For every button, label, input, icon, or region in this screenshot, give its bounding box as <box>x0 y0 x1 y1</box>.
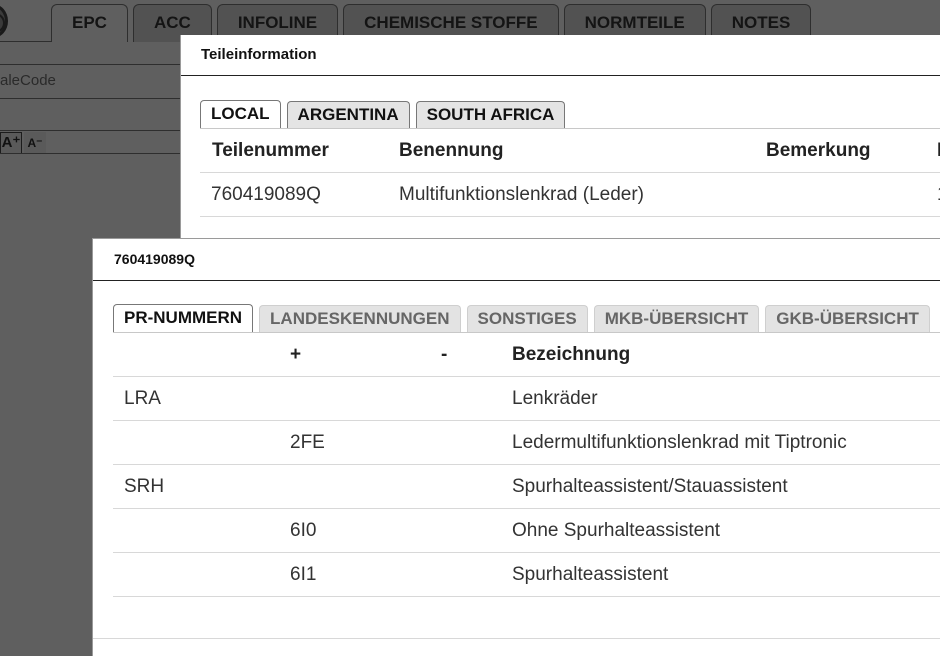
cell-teilenummer: 760419089Q <box>211 184 321 205</box>
table-row[interactable]: LRA Lenkräder <box>113 377 940 421</box>
font-size-controls: A⁺ A⁻ <box>0 132 48 154</box>
column-header-minus: - <box>441 344 448 365</box>
tab-argentina[interactable]: ARGENTINA <box>286 101 410 128</box>
column-header-bemerkung: Bemerkung <box>766 140 871 161</box>
tab-gkb-uebersicht[interactable]: GKB-ÜBERSICHT <box>765 305 930 332</box>
cell-family: LRA <box>124 388 161 409</box>
table-row[interactable]: SRH Spurhalteassistent/Stauassistent <box>113 465 940 509</box>
table-row[interactable]: 2FE Ledermultifunktionslenkrad mit Tiptr… <box>113 421 940 465</box>
cell-bezeichnung: Lenkräder <box>512 388 598 409</box>
cell-bezeichnung: Ohne Spurhalteassistent <box>512 520 721 541</box>
column-header-benennung: Benennung <box>399 140 504 161</box>
column-header-teilenummer: Teilenummer <box>212 140 329 161</box>
cell-bezeichnung: Spurhalteassistent/Stauassistent <box>512 476 788 497</box>
brand-logo <box>0 4 8 38</box>
region-tabs: LOCAL ARGENTINA SOUTH AFRICA <box>200 100 571 128</box>
search-hint: aleCode <box>0 72 56 89</box>
cell-bezeichnung: Spurhalteassistent <box>512 564 669 585</box>
dialog-title: 760419089Q <box>93 239 940 281</box>
pr-numbers-table: + - Bezeichnung LRA Lenkräder 2FE Lederm… <box>113 333 940 597</box>
divider <box>0 153 181 154</box>
table-header-row: Teilenummer Benennung Bemerkung I <box>200 129 940 173</box>
detail-tabs: PR-NUMMERN LANDESKENNUNGEN SONSTIGES MKB… <box>113 304 936 332</box>
cell-benennung: Multifunktionslenkrad (Leder) <box>399 184 645 205</box>
parts-table: Teilenummer Benennung Bemerkung I 760419… <box>200 129 940 217</box>
cell-plus: 6I1 <box>290 564 317 585</box>
cell-plus: 6I0 <box>290 520 317 541</box>
divider <box>0 130 181 131</box>
column-header-plus: + <box>290 344 302 365</box>
teileinformation-dialog: Teileinformation LOCAL ARGENTINA SOUTH A… <box>181 35 940 265</box>
tab-landeskennungen[interactable]: LANDESKENNUNGEN <box>259 305 461 332</box>
divider <box>0 64 181 65</box>
tab-sonstiges[interactable]: SONSTIGES <box>466 305 588 332</box>
column-header-bezeichnung: Bezeichnung <box>512 344 631 365</box>
font-increase-button[interactable]: A⁺ <box>0 132 22 154</box>
table-header-row: + - Bezeichnung <box>113 333 940 377</box>
tab-mkb-uebersicht[interactable]: MKB-ÜBERSICHT <box>593 305 760 332</box>
table-row[interactable]: 760419089Q Multifunktionslenkrad (Leder)… <box>200 173 940 217</box>
tab-pr-nummern[interactable]: PR-NUMMERN <box>113 304 254 332</box>
cell-plus: 2FE <box>290 432 325 453</box>
footer-divider <box>93 638 940 639</box>
dialog-title: Teileinformation <box>181 35 940 76</box>
divider <box>0 98 181 99</box>
tab-epc[interactable]: EPC <box>51 4 128 42</box>
table-row[interactable]: 6I1 Spurhalteassistent <box>113 553 940 597</box>
font-decrease-button[interactable]: A⁻ <box>24 132 46 154</box>
part-detail-dialog: 760419089Q PR-NUMMERN LANDESKENNUNGEN SO… <box>93 239 940 656</box>
tab-south-africa[interactable]: SOUTH AFRICA <box>415 101 566 128</box>
table-row[interactable]: 6I0 Ohne Spurhalteassistent <box>113 509 940 553</box>
cell-family: SRH <box>124 476 165 497</box>
cell-bezeichnung: Ledermultifunktionslenkrad mit Tiptronic <box>512 432 847 453</box>
divider <box>0 41 51 42</box>
tab-local[interactable]: LOCAL <box>200 100 281 128</box>
